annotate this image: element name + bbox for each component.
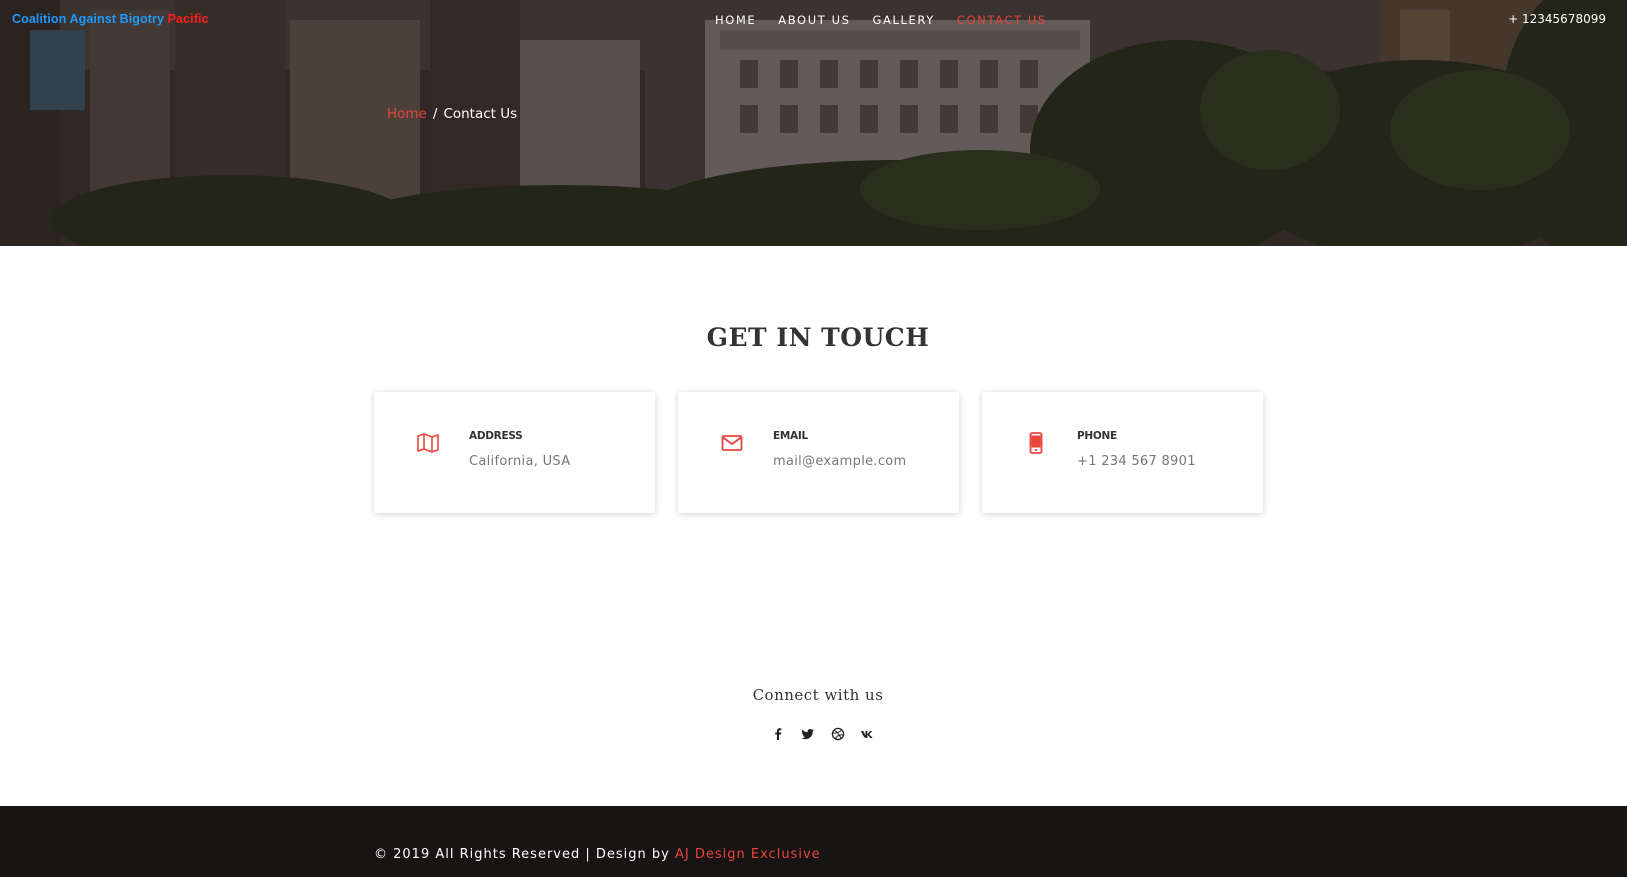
breadcrumb: Home / Contact Us [387,106,517,122]
social-links [763,726,883,744]
facebook-icon[interactable] [763,726,793,744]
phone-value[interactable]: +1 234 567 8901 [1077,454,1196,469]
hero-banner: Coalition Against Bigotry Pacific HOME A… [0,0,1627,246]
nav-contact-us[interactable]: CONTACT US [957,13,1047,27]
brand-logo[interactable]: Coalition Against Bigotry Pacific [12,12,209,26]
brand-suffix: Pacific [167,12,209,26]
nav-about-us[interactable]: ABOUT US [778,13,850,27]
mobile-phone-icon [1029,432,1043,454]
address-value: California, USA [469,454,571,469]
header-phone[interactable]: + 12345678099 [1508,12,1606,26]
twitter-icon[interactable] [793,726,823,744]
connect-heading: Connect with us [752,686,884,704]
brand-name: Coalition Against Bigotry [12,12,165,26]
email-value[interactable]: mail@example.com [773,454,907,469]
dribbble-icon[interactable] [823,726,853,744]
envelope-icon [721,435,743,451]
phone-title: PHONE [1077,430,1117,442]
copyright-label: © 2019 All Rights Reserved | Design by [374,847,670,862]
breadcrumb-separator: / [432,106,438,122]
phone-card: PHONE +1 234 567 8901 [982,392,1263,513]
address-card: ADDRESS California, USA [374,392,655,513]
breadcrumb-current: Contact Us [443,106,518,122]
nav-home[interactable]: HOME [715,13,756,27]
designer-credit-link[interactable]: AJ Design Exclusive [675,847,821,862]
map-icon [417,433,439,453]
address-title: ADDRESS [469,430,523,442]
email-title: EMAIL [773,430,808,442]
hero-overlay [0,0,1627,246]
section-heading: GET IN TOUCH [706,323,930,352]
vk-icon[interactable] [853,726,883,744]
site-footer: © 2019 All Rights Reserved | Design by A… [0,806,1627,877]
copyright-text: © 2019 All Rights Reserved | Design by A… [374,847,821,862]
breadcrumb-home-link[interactable]: Home [387,106,427,122]
nav-gallery[interactable]: GALLERY [873,13,935,27]
email-card: EMAIL mail@example.com [678,392,959,513]
main-nav: HOME ABOUT US GALLERY CONTACT US [715,13,1069,27]
